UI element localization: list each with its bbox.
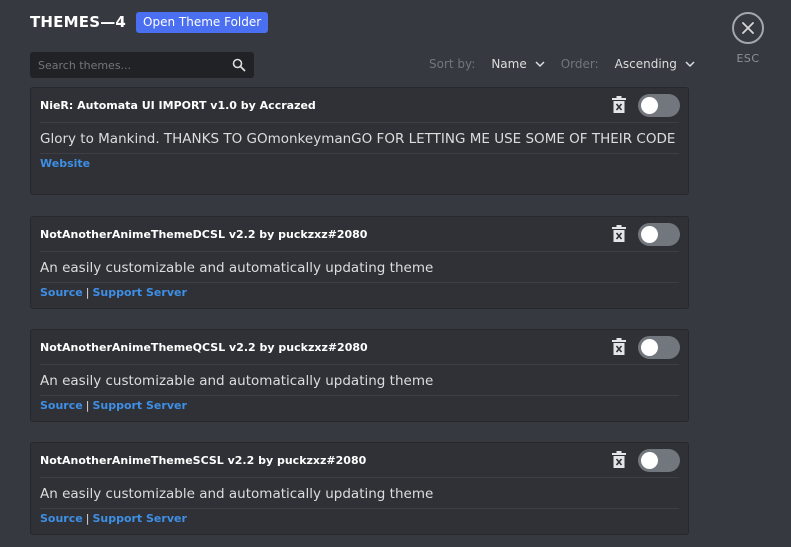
theme-links: Source | Support Server bbox=[31, 396, 688, 417]
theme-card-header: NieR: Automata UI IMPORT v1.0 by Accraze… bbox=[31, 88, 688, 122]
theme-links: Website bbox=[31, 154, 688, 175]
support-server-link[interactable]: Support Server bbox=[92, 399, 186, 412]
sort-by-label: Sort by: bbox=[429, 57, 476, 71]
close-icon bbox=[742, 22, 754, 34]
order-label: Order: bbox=[560, 57, 599, 71]
theme-card-header: NotAnotherAnimeThemeQCSL v2.2 by puckzxz… bbox=[31, 330, 688, 364]
theme-card: NotAnotherAnimeThemeQCSL v2.2 by puckzxz… bbox=[30, 329, 689, 422]
chevron-down-icon[interactable] bbox=[685, 60, 695, 68]
theme-description: An easily customizable and automatically… bbox=[40, 373, 434, 389]
theme-enable-toggle[interactable] bbox=[638, 336, 680, 359]
link-separator: | bbox=[85, 399, 90, 412]
source-link[interactable]: Source bbox=[40, 286, 83, 299]
close-control: ESC bbox=[730, 12, 766, 65]
theme-title: NotAnotherAnimeThemeDCSL v2.2 by puckzxz… bbox=[40, 227, 368, 241]
order-dropdown[interactable]: Ascending bbox=[615, 57, 677, 71]
theme-links: Source | Support Server bbox=[31, 509, 688, 530]
search-input[interactable] bbox=[36, 57, 232, 73]
theme-links: Source | Support Server bbox=[31, 283, 688, 304]
theme-title: NotAnotherAnimeThemeSCSL v2.2 by puckzxz… bbox=[40, 453, 367, 467]
sort-controls: Sort by: Name Order: Ascending bbox=[429, 57, 711, 71]
source-link[interactable]: Source bbox=[40, 399, 83, 412]
chevron-down-icon[interactable] bbox=[535, 60, 545, 68]
theme-card-header: NotAnotherAnimeThemeDCSL v2.2 by puckzxz… bbox=[31, 217, 688, 251]
theme-enable-toggle[interactable] bbox=[638, 223, 680, 246]
toggle-knob bbox=[641, 97, 658, 114]
theme-description: An easily customizable and automatically… bbox=[40, 486, 434, 502]
open-theme-folder-button[interactable]: Open Theme Folder bbox=[136, 11, 269, 33]
website-link[interactable]: Website bbox=[40, 157, 90, 170]
toggle-knob bbox=[641, 339, 658, 356]
trash-icon[interactable] bbox=[612, 338, 626, 355]
link-separator: | bbox=[85, 512, 90, 525]
theme-card: NotAnotherAnimeThemeSCSL v2.2 by puckzxz… bbox=[30, 442, 689, 535]
page-title: THEMES—4 bbox=[30, 13, 127, 31]
support-server-link[interactable]: Support Server bbox=[92, 512, 186, 525]
close-button[interactable] bbox=[732, 12, 764, 44]
source-link[interactable]: Source bbox=[40, 512, 83, 525]
theme-card-header: NotAnotherAnimeThemeSCSL v2.2 by puckzxz… bbox=[31, 443, 688, 477]
support-server-link[interactable]: Support Server bbox=[92, 286, 186, 299]
search-box bbox=[30, 52, 254, 78]
page-header: THEMES—4 Open Theme Folder bbox=[30, 11, 269, 33]
search-icon[interactable] bbox=[232, 58, 246, 72]
toggle-knob bbox=[641, 226, 658, 243]
theme-title: NieR: Automata UI IMPORT v1.0 by Accraze… bbox=[40, 98, 316, 112]
theme-enable-toggle[interactable] bbox=[638, 94, 680, 117]
trash-icon[interactable] bbox=[612, 225, 626, 242]
theme-enable-toggle[interactable] bbox=[638, 449, 680, 472]
link-separator: | bbox=[85, 286, 90, 299]
trash-icon[interactable] bbox=[612, 451, 626, 468]
toggle-knob bbox=[641, 452, 658, 469]
trash-icon[interactable] bbox=[612, 96, 626, 113]
theme-description: An easily customizable and automatically… bbox=[40, 260, 434, 276]
sort-by-dropdown[interactable]: Name bbox=[491, 57, 526, 71]
theme-title: NotAnotherAnimeThemeQCSL v2.2 by puckzxz… bbox=[40, 340, 368, 354]
esc-label: ESC bbox=[736, 52, 760, 65]
theme-card: NieR: Automata UI IMPORT v1.0 by Accraze… bbox=[30, 87, 689, 195]
theme-description: Glory to Mankind. THANKS TO GOmonkeymanG… bbox=[40, 131, 676, 147]
theme-card: NotAnotherAnimeThemeDCSL v2.2 by puckzxz… bbox=[30, 216, 689, 309]
